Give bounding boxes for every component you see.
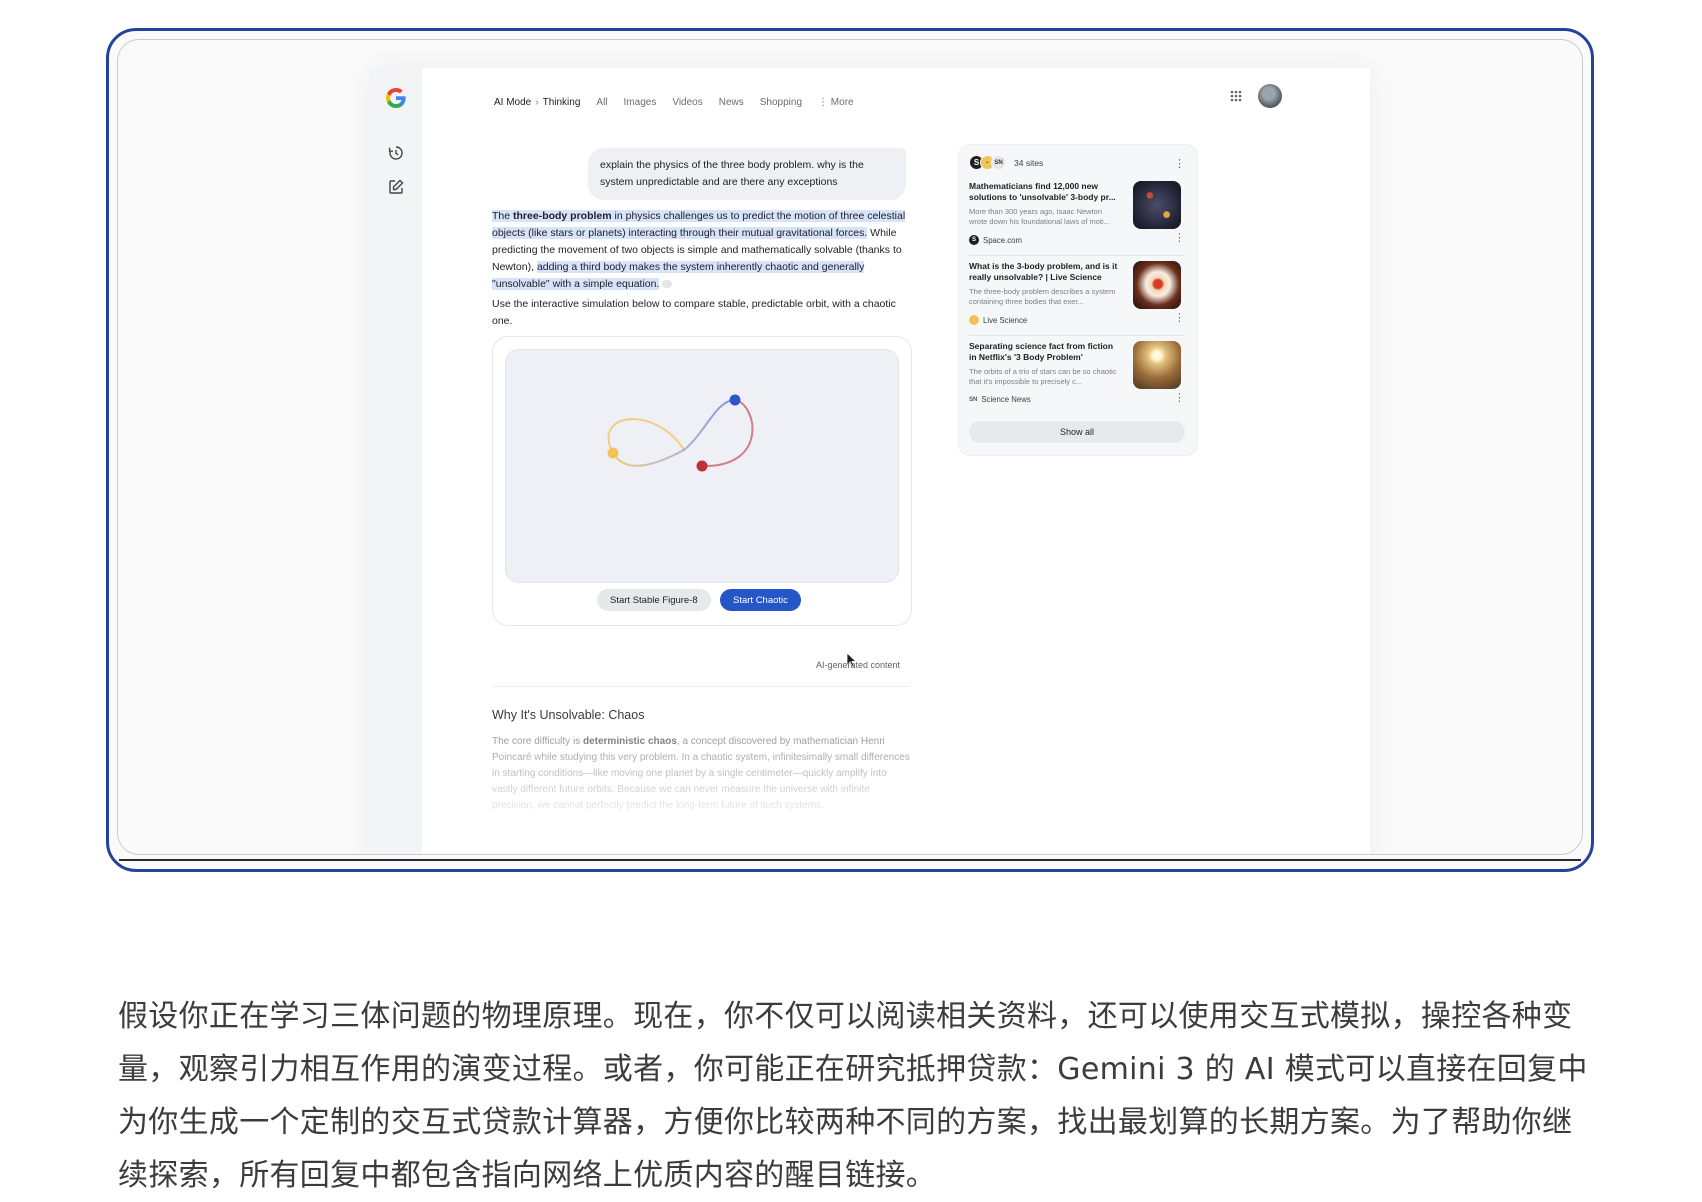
history-icon[interactable] (387, 144, 405, 162)
space-com-icon: S (969, 235, 979, 245)
tab-videos[interactable]: Videos (672, 97, 702, 108)
tab-shopping[interactable]: Shopping (760, 97, 802, 108)
ai-mode-label: AI Mode (494, 96, 532, 108)
chevron-right-icon: › (535, 96, 539, 108)
source-snippet: The three-body problem describes a syste… (969, 287, 1116, 306)
science-news-favicon-icon: SN (991, 155, 1006, 170)
sources-count: 34 sites (1014, 157, 1044, 168)
source-site: Live Science (969, 315, 1027, 325)
tab-all[interactable]: All (596, 97, 607, 108)
sources-panel: S · SN 34 sites ⋮ Mathematicians find 12… (958, 144, 1198, 456)
source-thumbnail (1133, 341, 1181, 389)
more-label: More (830, 96, 854, 108)
left-rail (370, 68, 422, 854)
start-chaotic-button[interactable]: Start Chaotic (720, 589, 801, 611)
start-stable-figure-8-button[interactable]: Start Stable Figure-8 (597, 589, 711, 611)
screenshot-frame: AI Mode › Thinking All Images Videos New… (106, 28, 1594, 872)
simulation-canvas[interactable] (505, 349, 899, 583)
apps-grid-icon[interactable] (1228, 88, 1244, 104)
sources-menu-icon[interactable]: ⋮ (1174, 159, 1185, 170)
source-separator (969, 255, 1185, 256)
source-2-menu-icon[interactable]: ⋮ (1174, 313, 1185, 324)
simulation-card: Start Stable Figure-8 Start Chaotic (492, 336, 912, 626)
source-snippet: More than 300 years ago, Isaac Newton wr… (969, 207, 1110, 226)
source-title: Separating science fact from fiction in … (969, 341, 1114, 362)
source-title: What is the 3-body problem, and is it re… (969, 261, 1118, 282)
source-thumbnail (1133, 261, 1181, 309)
orbit-trail-blue (612, 399, 736, 467)
simulation-intro-text: Use the interactive simulation below to … (492, 298, 896, 327)
body-red (696, 460, 708, 472)
body-yellow (607, 447, 619, 459)
source-favicons: S · SN (969, 155, 1006, 170)
caption-text: 假设你正在学习三体问题的物理原理。现在，你不仅可以阅读相关资料，还可以使用交互式… (118, 999, 1588, 1193)
ai-generated-label: AI-generated content (816, 660, 901, 670)
orbit-drawing (607, 394, 754, 472)
body-blue (729, 394, 741, 406)
source-separator (969, 335, 1185, 336)
orbit-trail-yellow (607, 418, 685, 454)
show-all-button[interactable]: Show all (969, 421, 1185, 443)
source-site: S Space.com (969, 235, 1022, 245)
source-thumbnail (1133, 181, 1181, 229)
frame-bottom-line (119, 859, 1581, 861)
source-snippet: The orbits of a trio of stars can be so … (969, 367, 1117, 386)
thinking-label: Thinking (542, 96, 581, 108)
tab-ai-mode[interactable]: AI Mode › Thinking (494, 97, 580, 108)
section-text: The core difficulty is deterministic cha… (492, 736, 910, 811)
live-science-icon (969, 315, 979, 325)
top-navigation: AI Mode › Thinking All Images Videos New… (494, 94, 854, 110)
citation-link-icon[interactable] (662, 280, 673, 289)
google-logo-icon[interactable] (384, 86, 408, 110)
source-title: Mathematicians find 12,000 new solutions… (969, 181, 1116, 202)
source-3-menu-icon[interactable]: ⋮ (1174, 393, 1185, 404)
tab-news[interactable]: News (719, 97, 744, 108)
orbit-trail-red (701, 399, 754, 468)
user-query-bubble: explain the physics of the three body pr… (588, 148, 906, 200)
section-title: Why It's Unsolvable: Chaos (492, 708, 645, 722)
answer-paragraph: The three-body problem in physics challe… (492, 208, 910, 293)
science-news-icon: SN (969, 396, 978, 403)
answer-highlight-2: adding a third body makes the system inh… (492, 261, 865, 290)
source-card-3[interactable]: Separating science fact from fiction in … (969, 341, 1185, 413)
new-chat-edit-icon[interactable] (387, 178, 405, 196)
more-vert-icon: ⋮ (818, 96, 829, 108)
sources-header[interactable]: S · SN 34 sites (969, 155, 1043, 170)
source-card-1[interactable]: Mathematicians find 12,000 new solutions… (969, 181, 1185, 253)
section-divider (492, 686, 910, 687)
tab-more[interactable]: ⋮ More (818, 97, 854, 108)
source-1-menu-icon[interactable]: ⋮ (1174, 233, 1185, 244)
screenshot-inner-frame: AI Mode › Thinking All Images Videos New… (117, 39, 1583, 855)
source-card-2[interactable]: What is the 3-body problem, and is it re… (969, 261, 1185, 333)
answer-highlight-1: The three-body problem in physics challe… (492, 210, 906, 239)
source-site: SN Science News (969, 395, 1031, 404)
tab-images[interactable]: Images (624, 97, 657, 108)
search-page: AI Mode › Thinking All Images Videos New… (370, 68, 1370, 854)
account-avatar[interactable] (1258, 84, 1282, 108)
